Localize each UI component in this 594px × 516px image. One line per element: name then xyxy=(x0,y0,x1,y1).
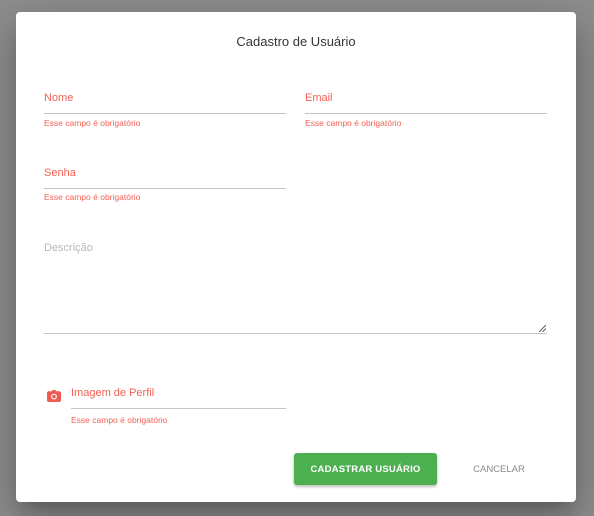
name-input[interactable] xyxy=(44,92,286,113)
name-underline xyxy=(44,113,286,114)
cancel-button[interactable]: CANCELAR xyxy=(456,453,542,485)
user-registration-dialog: Cadastro de Usuário Nome Esse campo é ob… xyxy=(16,12,576,502)
email-underline xyxy=(305,113,547,114)
password-underline xyxy=(44,188,286,189)
profile-image-underline xyxy=(71,408,286,409)
dialog-title: Cadastro de Usuário xyxy=(236,34,356,49)
email-input[interactable] xyxy=(305,92,547,113)
password-input[interactable] xyxy=(44,167,286,188)
description-textarea[interactable] xyxy=(44,238,551,338)
password-error: Esse campo é obrigatório xyxy=(44,192,141,202)
register-user-button[interactable]: CADASTRAR USUÁRIO xyxy=(294,453,437,485)
camera-icon[interactable] xyxy=(47,390,61,402)
email-field[interactable]: Email xyxy=(305,92,547,114)
description-underline xyxy=(44,333,547,334)
email-error: Esse campo é obrigatório xyxy=(305,118,402,128)
resize-grip-icon[interactable] xyxy=(538,324,546,332)
profile-image-input[interactable] xyxy=(71,387,286,408)
profile-image-field[interactable]: Imagem de Perfil xyxy=(71,387,286,409)
name-error: Esse campo é obrigatório xyxy=(44,118,141,128)
description-field[interactable]: Descrição xyxy=(44,238,551,338)
name-field[interactable]: Nome xyxy=(44,92,286,114)
password-field[interactable]: Senha xyxy=(44,167,286,189)
profile-image-error: Esse campo é obrigatório xyxy=(71,415,168,425)
